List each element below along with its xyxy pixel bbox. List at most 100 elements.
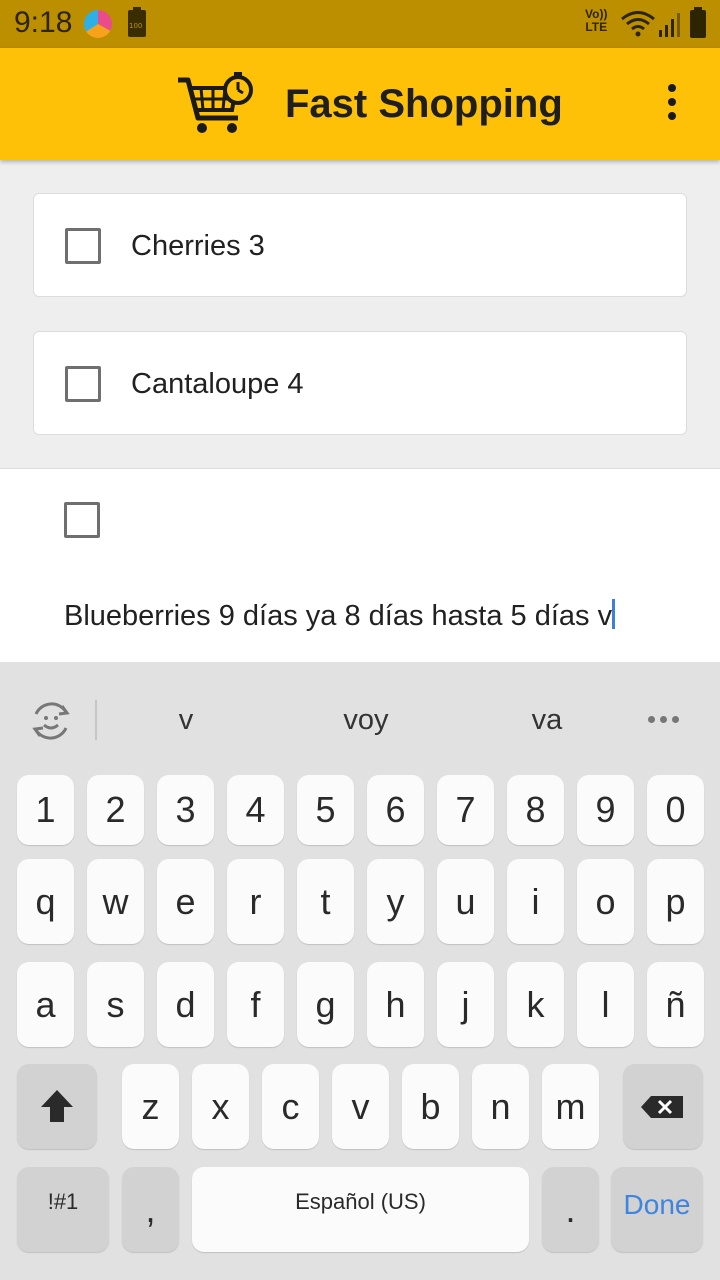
key-f[interactable]: f bbox=[227, 962, 284, 1047]
key-r[interactable]: r bbox=[227, 859, 284, 944]
suggestion-divider bbox=[95, 700, 97, 740]
key-h-label: h bbox=[385, 983, 406, 1025]
done-key[interactable]: Done bbox=[611, 1167, 703, 1252]
key-s[interactable]: s bbox=[87, 962, 144, 1047]
status-bar: 9:18 100 Vo)) LTE bbox=[0, 0, 720, 48]
more-horiz-icon[interactable] bbox=[648, 710, 684, 728]
battery-saver-icon: 100 bbox=[128, 7, 146, 37]
key-p-label: p bbox=[665, 880, 686, 922]
symbols-key[interactable]: !#1 bbox=[17, 1167, 109, 1252]
key-7[interactable]: 7 bbox=[437, 775, 494, 845]
wifi-icon bbox=[621, 11, 655, 37]
emoji-sync-icon[interactable] bbox=[28, 698, 74, 744]
key-s-label: s bbox=[106, 983, 125, 1025]
key-c[interactable]: c bbox=[262, 1064, 319, 1149]
key-0-label: 0 bbox=[665, 789, 686, 830]
period-key[interactable]: . bbox=[542, 1167, 599, 1252]
app-notification-icon bbox=[84, 10, 112, 38]
key-p[interactable]: p bbox=[647, 859, 704, 944]
battery-icon bbox=[690, 7, 706, 38]
key-h[interactable]: h bbox=[367, 962, 424, 1047]
item-checkbox[interactable] bbox=[65, 366, 101, 402]
suggestion-2[interactable]: voy bbox=[306, 704, 426, 737]
volte-icon: Vo)) LTE bbox=[585, 8, 607, 34]
key-w[interactable]: w bbox=[87, 859, 144, 944]
key-o-label: o bbox=[595, 880, 616, 922]
key-e-label: e bbox=[175, 880, 196, 922]
battery-saver-label: 100 bbox=[129, 22, 143, 30]
list-item[interactable]: Cantaloupe 4 bbox=[33, 331, 687, 435]
key-o[interactable]: o bbox=[577, 859, 634, 944]
key-v-label: v bbox=[351, 1085, 370, 1127]
key-ñ-label: ñ bbox=[665, 983, 686, 1025]
key-9-label: 9 bbox=[595, 789, 616, 830]
space-key[interactable]: Español (US) bbox=[192, 1167, 529, 1252]
period-key-label: . bbox=[565, 1188, 576, 1230]
space-key-label: Español (US) bbox=[295, 1188, 426, 1214]
key-n[interactable]: n bbox=[472, 1064, 529, 1149]
key-8[interactable]: 8 bbox=[507, 775, 564, 845]
status-time: 9:18 bbox=[14, 6, 73, 39]
key-v[interactable]: v bbox=[332, 1064, 389, 1149]
item-checkbox[interactable] bbox=[65, 228, 101, 264]
backspace-icon bbox=[641, 1096, 683, 1118]
key-j[interactable]: j bbox=[437, 962, 494, 1047]
more-vert-icon[interactable] bbox=[660, 84, 684, 124]
volte-label-2: LTE bbox=[585, 20, 608, 34]
key-4-label: 4 bbox=[245, 789, 266, 830]
item-text-field[interactable]: Blueberries 9 días ya 8 días hasta 5 día… bbox=[64, 597, 674, 635]
suggestion-3[interactable]: va bbox=[487, 704, 607, 737]
shopping-cart-timer-icon bbox=[178, 72, 253, 133]
key-8-label: 8 bbox=[525, 789, 546, 830]
key-z-label: z bbox=[141, 1085, 160, 1127]
key-e[interactable]: e bbox=[157, 859, 214, 944]
key-y[interactable]: y bbox=[367, 859, 424, 944]
key-d[interactable]: d bbox=[157, 962, 214, 1047]
item-label: Cherries 3 bbox=[131, 230, 265, 262]
item-text-value: Blueberries 9 días ya 8 días hasta 5 día… bbox=[64, 600, 613, 632]
key-t[interactable]: t bbox=[297, 859, 354, 944]
key-m-label: m bbox=[555, 1085, 586, 1127]
key-k[interactable]: k bbox=[507, 962, 564, 1047]
key-9[interactable]: 9 bbox=[577, 775, 634, 845]
key-i-label: i bbox=[531, 880, 540, 922]
shift-key[interactable] bbox=[17, 1064, 97, 1149]
key-a-label: a bbox=[35, 983, 56, 1025]
list-item[interactable]: Cherries 3 bbox=[33, 193, 687, 297]
key-g[interactable]: g bbox=[297, 962, 354, 1047]
key-3-label: 3 bbox=[175, 789, 196, 830]
key-2[interactable]: 2 bbox=[87, 775, 144, 845]
comma-key-label: , bbox=[145, 1188, 156, 1230]
key-4[interactable]: 4 bbox=[227, 775, 284, 845]
key-a[interactable]: a bbox=[17, 962, 74, 1047]
key-z[interactable]: z bbox=[122, 1064, 179, 1149]
key-i[interactable]: i bbox=[507, 859, 564, 944]
key-0[interactable]: 0 bbox=[647, 775, 704, 845]
key-2-label: 2 bbox=[105, 789, 126, 830]
key-5[interactable]: 5 bbox=[297, 775, 354, 845]
key-6[interactable]: 6 bbox=[367, 775, 424, 845]
editing-item: Blueberries 9 días ya 8 días hasta 5 día… bbox=[0, 468, 720, 663]
key-7-label: 7 bbox=[455, 789, 476, 830]
key-d-label: d bbox=[175, 983, 196, 1025]
key-3[interactable]: 3 bbox=[157, 775, 214, 845]
key-j-label: j bbox=[461, 983, 470, 1025]
suggestion-1[interactable]: v bbox=[126, 704, 246, 737]
key-ñ[interactable]: ñ bbox=[647, 962, 704, 1047]
comma-key[interactable]: , bbox=[122, 1167, 179, 1252]
key-u[interactable]: u bbox=[437, 859, 494, 944]
item-checkbox[interactable] bbox=[64, 502, 100, 538]
key-b[interactable]: b bbox=[402, 1064, 459, 1149]
key-l[interactable]: l bbox=[577, 962, 634, 1047]
key-x[interactable]: x bbox=[192, 1064, 249, 1149]
key-q[interactable]: q bbox=[17, 859, 74, 944]
key-f-label: f bbox=[250, 983, 261, 1025]
backspace-key[interactable] bbox=[623, 1064, 703, 1149]
key-u-label: u bbox=[455, 880, 476, 922]
key-y-label: y bbox=[386, 880, 405, 922]
soft-keyboard: v voy va 1 2 3 4 5 6 7 8 9 0 q w e r t y u i o p a s d f g h j k l ñ z… bbox=[0, 662, 720, 1280]
key-c-label: c bbox=[281, 1085, 300, 1127]
key-q-label: q bbox=[35, 880, 56, 922]
key-m[interactable]: m bbox=[542, 1064, 599, 1149]
key-1[interactable]: 1 bbox=[17, 775, 74, 845]
